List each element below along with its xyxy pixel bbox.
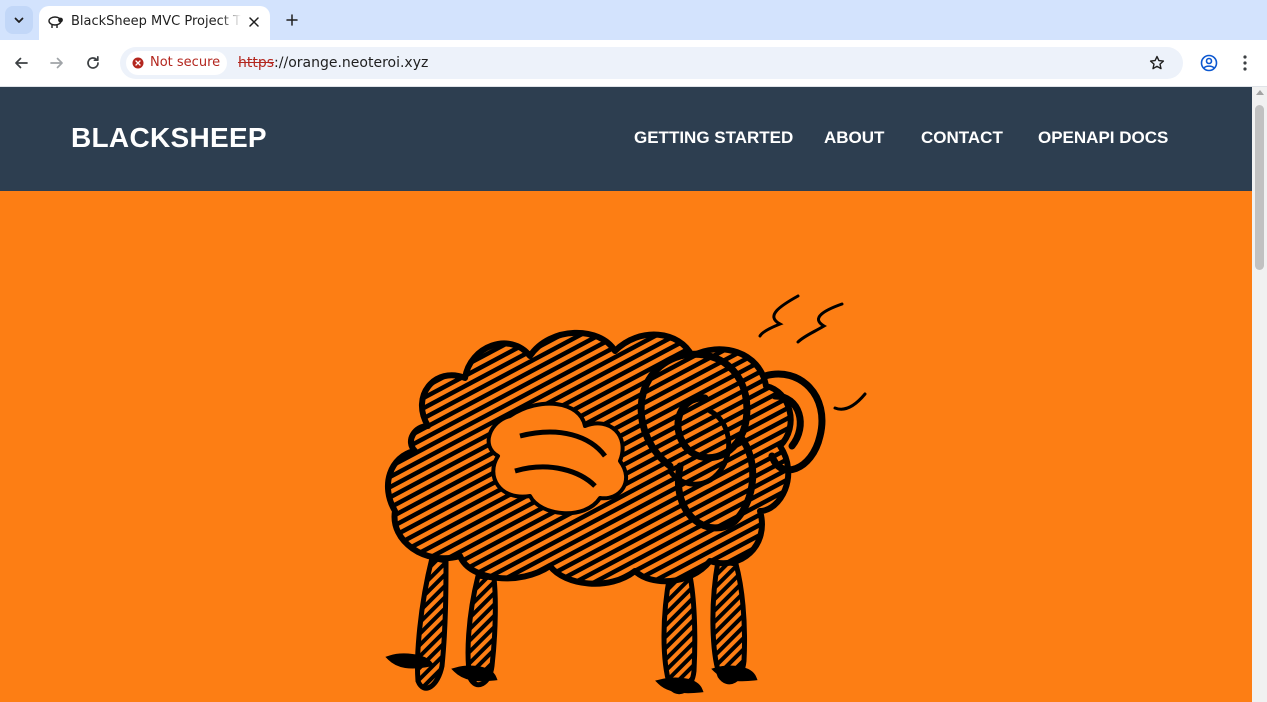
page-viewport: BLACKSHEEP GETTING STARTED ABOUT CONTACT… [0,87,1252,702]
back-arrow-icon [15,57,28,69]
warning-icon [132,57,144,69]
new-tab-button[interactable] [280,8,304,32]
nav-contact[interactable]: CONTACT [921,128,1003,148]
black-sheep-illustration [384,294,867,695]
sheep-icon [48,16,63,28]
chevron-down-icon [14,17,24,23]
address-bar[interactable]: Not secure https://orange.neoteroi.xyz [120,47,1183,79]
browser-toolbar: Not secure https://orange.neoteroi.xyz [0,40,1267,87]
security-indicator[interactable]: Not secure [126,51,227,75]
nav-about[interactable]: ABOUT [824,128,884,148]
page-scrollbar[interactable] [1252,87,1267,702]
browser-menu-button[interactable] [1231,49,1259,77]
hero-section [0,191,1252,702]
forward-arrow-icon [50,57,63,69]
tab-search-button[interactable] [5,6,33,34]
bookmark-button[interactable] [1145,51,1169,75]
url-host: ://orange.neoteroi.xyz [274,55,429,71]
star-icon [1149,55,1165,70]
active-tab[interactable]: BlackSheep MVC Project T [39,6,270,40]
url-text[interactable]: https://orange.neoteroi.xyz [238,47,428,79]
reload-icon [87,55,99,69]
kebab-menu-icon [1243,55,1247,71]
site-brand[interactable]: BLACKSHEEP [71,122,267,154]
back-button[interactable] [7,49,35,77]
scroll-thumb[interactable] [1255,105,1264,270]
profile-button[interactable] [1195,49,1223,77]
forward-button[interactable] [43,49,71,77]
tab-close-button[interactable] [244,12,264,32]
security-label: Not secure [150,55,221,70]
nav-getting-started[interactable]: GETTING STARTED [634,128,793,148]
plus-icon [286,14,298,26]
profile-icon [1200,54,1218,72]
url-scheme: https [238,55,275,71]
tab-strip: BlackSheep MVC Project T [0,0,1267,40]
reload-button[interactable] [79,49,107,77]
tab-title: BlackSheep MVC Project T [71,14,241,29]
close-icon [249,17,259,27]
scroll-up-arrow[interactable] [1255,90,1264,95]
site-navbar: BLACKSHEEP GETTING STARTED ABOUT CONTACT… [0,87,1252,191]
nav-openapi-docs[interactable]: OPENAPI DOCS [1038,128,1168,148]
